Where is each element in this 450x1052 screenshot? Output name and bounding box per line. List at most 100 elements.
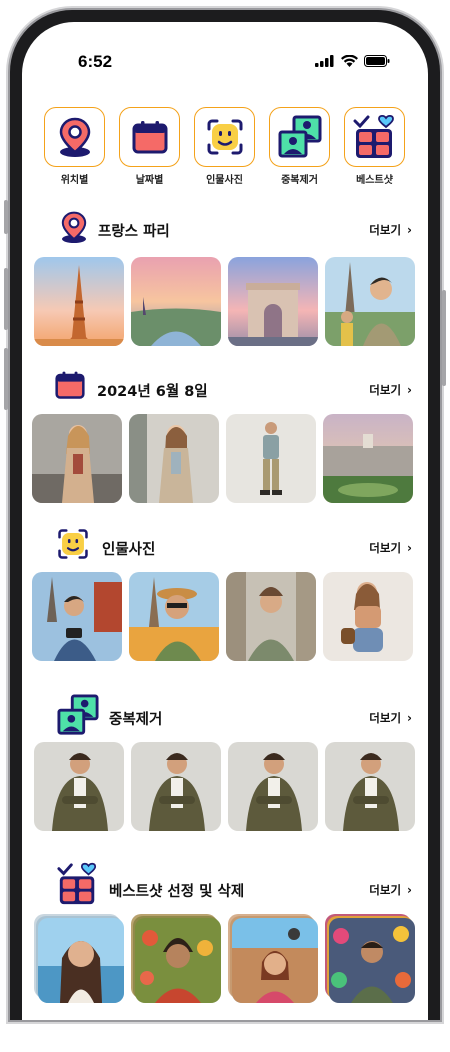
category-duplicate-label: 중복제거	[281, 175, 318, 186]
section-duplicate-more-button[interactable]: 더보기 ›	[369, 710, 412, 726]
status-bar: 6:52	[22, 52, 428, 76]
chevron-right-icon: ›	[407, 541, 412, 555]
section-location-more-button[interactable]: 더보기 ›	[369, 222, 412, 238]
face-scan-icon	[207, 119, 242, 155]
section-people: 인물사진 더보기 ›	[22, 524, 428, 661]
photo-eiffel-tower-sunset[interactable]	[34, 257, 124, 346]
section-location: 프랑스 파리 더보기 ›	[22, 206, 428, 346]
section-bestshot-title: 베스트샷 선정 및 삭제	[109, 884, 245, 900]
calendar-icon	[132, 121, 167, 154]
section-date: 2024년 6월 8일 더보기 ›	[22, 366, 428, 503]
section-date-header: 2024년 6월 8일 더보기 ›	[22, 366, 428, 410]
battery-icon	[364, 55, 390, 67]
phone-frame: 6:52 위치별 날짜별 인물사진 중복제거 베스트샷 프랑스 파리 더보기 ›…	[4, 10, 446, 1020]
section-people-icon-wrap	[57, 528, 89, 560]
photo-woman-beige-coat[interactable]	[32, 414, 122, 503]
status-icons	[315, 55, 390, 67]
wifi-icon	[341, 55, 358, 67]
photo-woman-sitting[interactable]	[323, 572, 413, 661]
location-pin-icon	[59, 117, 90, 157]
category-bar: 위치별 날짜별 인물사진 중복제거 베스트샷	[44, 107, 405, 186]
section-duplicate-icon-wrap	[56, 694, 100, 736]
volume-down-button	[4, 348, 8, 410]
section-date-icon-wrap	[54, 370, 86, 400]
chevron-right-icon: ›	[407, 883, 412, 897]
duplicate-photos-icon	[57, 694, 99, 735]
photo-woman-beach[interactable]	[38, 918, 124, 1003]
photo-stack-woman-city-selfie[interactable]	[228, 914, 318, 1003]
location-pin-icon	[61, 211, 87, 243]
photo-paris-river[interactable]	[131, 257, 221, 346]
photo-man-full-body[interactable]	[226, 414, 316, 503]
photo-man-flowers[interactable]	[135, 918, 221, 1003]
photo-stack-woman-beach[interactable]	[34, 914, 124, 1003]
volume-up-button	[4, 268, 8, 330]
category-date-label: 날짜별	[135, 175, 164, 186]
section-date-title: 2024년 6월 8일	[97, 384, 208, 400]
photo-man-backpack-street[interactable]	[226, 572, 316, 661]
best-shot-grid-icon	[57, 862, 97, 905]
section-date-more-button[interactable]: 더보기 ›	[369, 382, 412, 398]
more-label: 더보기	[369, 383, 402, 397]
category-bestshot[interactable]: 베스트샷	[344, 107, 405, 186]
chevron-right-icon: ›	[407, 383, 412, 397]
status-time: 6:52	[78, 52, 113, 71]
section-bestshot-photos	[34, 914, 415, 1003]
section-bestshot-more-button[interactable]: 더보기 ›	[369, 882, 412, 898]
category-location-box[interactable]	[44, 107, 105, 167]
section-people-header: 인물사진 더보기 ›	[22, 524, 428, 568]
category-bestshot-box[interactable]	[344, 107, 405, 167]
photo-duplicate-man[interactable]	[131, 742, 221, 831]
section-duplicate-header: 중복제거 더보기 ›	[22, 690, 428, 736]
calendar-icon	[55, 371, 85, 399]
photo-man-hat-smiling[interactable]	[129, 572, 219, 661]
more-label: 더보기	[369, 711, 402, 725]
more-label: 더보기	[369, 883, 402, 897]
category-people-label: 인물사진	[206, 175, 243, 186]
category-people[interactable]: 인물사진	[194, 107, 255, 186]
section-people-more-button[interactable]: 더보기 ›	[369, 540, 412, 556]
photo-stack-man-market[interactable]	[325, 914, 415, 1003]
more-label: 더보기	[369, 223, 402, 237]
best-shot-grid-icon	[353, 114, 394, 158]
photo-arc-de-triomphe[interactable]	[228, 257, 318, 346]
photo-city-garden-view[interactable]	[323, 414, 413, 503]
photo-man-market[interactable]	[329, 918, 415, 1003]
section-duplicate-photos	[34, 742, 415, 831]
category-date-box[interactable]	[119, 107, 180, 167]
section-date-photos	[32, 414, 413, 503]
photo-tourist-selfie-eiffel[interactable]	[325, 257, 415, 346]
power-button	[442, 290, 446, 386]
category-date[interactable]: 날짜별	[119, 107, 180, 186]
section-duplicate: 중복제거 더보기 ›	[22, 690, 428, 831]
category-bestshot-label: 베스트샷	[356, 175, 393, 186]
photo-woman-city-selfie[interactable]	[232, 918, 318, 1003]
section-location-header: 프랑스 파리 더보기 ›	[22, 206, 428, 250]
more-label: 더보기	[369, 541, 402, 555]
category-duplicate-box[interactable]	[269, 107, 330, 167]
chevron-right-icon: ›	[407, 223, 412, 237]
category-people-box[interactable]	[194, 107, 255, 167]
category-location[interactable]: 위치별	[44, 107, 105, 186]
section-duplicate-title: 중복제거	[109, 712, 163, 728]
category-duplicate[interactable]: 중복제거	[269, 107, 330, 186]
photo-duplicate-man[interactable]	[34, 742, 124, 831]
photo-duplicate-man[interactable]	[228, 742, 318, 831]
photo-man-camera-cafe[interactable]	[32, 572, 122, 661]
signal-icon	[315, 55, 334, 67]
section-bestshot: 베스트샷 선정 및 삭제 더보기 ›	[22, 858, 428, 1003]
photo-stack-man-flowers[interactable]	[131, 914, 221, 1003]
section-location-title: 프랑스 파리	[98, 224, 170, 240]
chevron-right-icon: ›	[407, 711, 412, 725]
category-location-label: 위치별	[60, 175, 89, 186]
section-bestshot-header: 베스트샷 선정 및 삭제 더보기 ›	[22, 858, 428, 905]
section-people-photos	[32, 572, 413, 661]
face-scan-icon	[58, 529, 88, 559]
section-people-title: 인물사진	[102, 542, 156, 558]
photo-woman-city-street[interactable]	[129, 414, 219, 503]
photo-duplicate-man[interactable]	[325, 742, 415, 831]
duplicate-photos-icon	[278, 115, 321, 158]
section-location-photos	[34, 257, 415, 346]
mute-switch	[4, 200, 8, 234]
app-screen: 6:52 위치별 날짜별 인물사진 중복제거 베스트샷 프랑스 파리 더보기 ›…	[22, 22, 428, 1020]
